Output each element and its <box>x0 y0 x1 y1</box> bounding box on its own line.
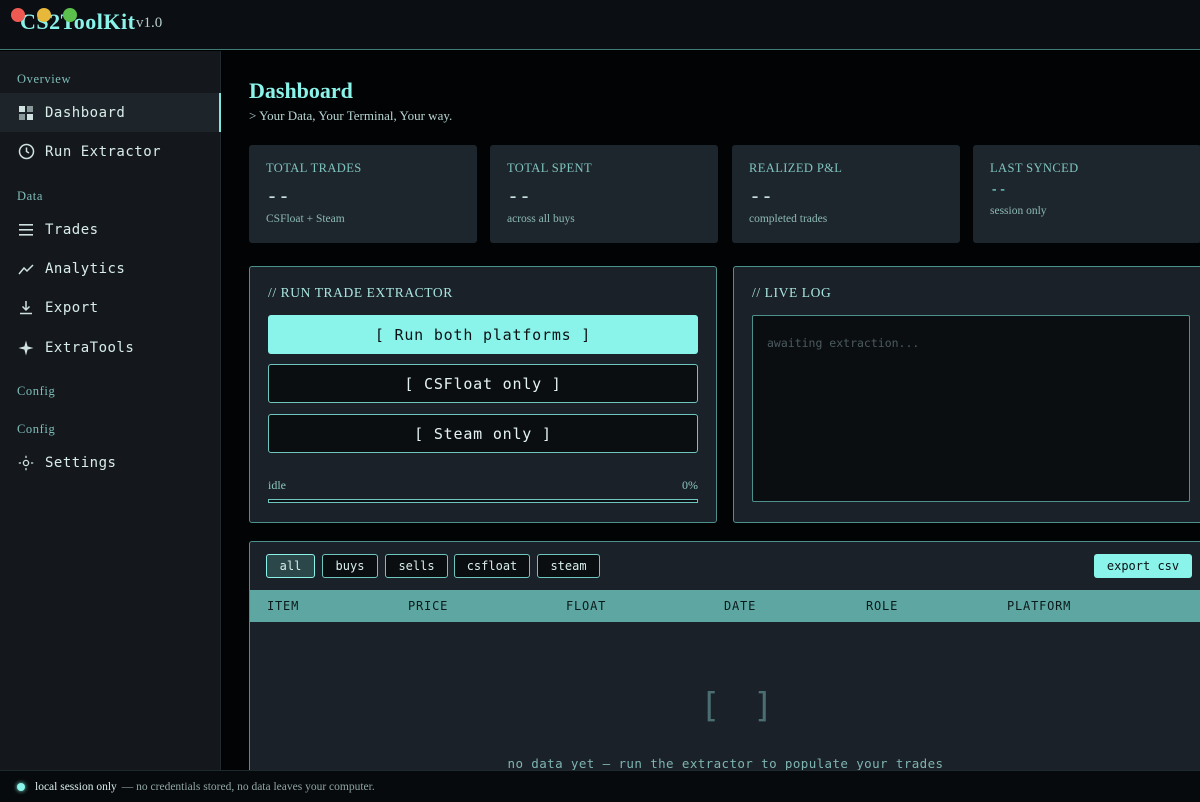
progress-percent: 0% <box>682 478 698 492</box>
stat-value: -- <box>990 182 1007 198</box>
filter-buys[interactable]: buys <box>322 554 378 578</box>
sidebar-item-dashboard[interactable]: Dashboard <box>0 93 221 132</box>
progress-bar <box>268 499 698 503</box>
download-icon <box>17 299 35 317</box>
filter-csfloat[interactable]: csfloat <box>454 554 530 578</box>
sidebar-section-config: Config <box>17 384 56 398</box>
empty-state-mark: [ ] <box>700 686 780 726</box>
sidebar-item-label: Trades <box>45 221 99 238</box>
sidebar-item-analytics[interactable]: Analytics <box>0 249 221 288</box>
grid-icon <box>17 104 35 122</box>
sidebar-item-extratools[interactable]: ExtraTools <box>0 328 221 367</box>
extractor-panel: // RUN TRADE EXTRACTOR [ Run both platfo… <box>249 266 717 523</box>
export-csv-button[interactable]: export csv <box>1094 554 1192 578</box>
stat-card-total-spent: TOTAL SPENT -- across all buys <box>490 145 718 243</box>
stat-value: -- <box>266 184 291 208</box>
title-bar: CS2ToolKit v1.0 <box>0 0 1200 50</box>
footer-session-label: local session only <box>35 780 117 793</box>
stat-card-last-synced: LAST SYNCED -- session only <box>973 145 1200 243</box>
sidebar-item-label: Settings <box>45 454 117 471</box>
list-icon <box>17 221 35 239</box>
column-header-role[interactable]: ROLE <box>866 599 898 613</box>
sidebar-section-overview: Overview <box>17 72 72 86</box>
sidebar-item-label: Dashboard <box>45 104 126 121</box>
page-subtitle: > Your Data, Your Terminal, Your way. <box>249 108 453 123</box>
clock-icon <box>17 143 35 161</box>
app-version: v1.0 <box>136 15 163 31</box>
column-header-platform[interactable]: PLATFORM <box>1007 599 1071 613</box>
column-header-price[interactable]: PRICE <box>408 599 448 613</box>
trend-icon <box>17 260 35 278</box>
stat-card-realized-pnl: REALIZED P&L -- completed trades <box>732 145 960 243</box>
window-close-button[interactable] <box>11 8 25 22</box>
live-log-panel: // LIVE LOG awaiting extraction... <box>733 266 1200 523</box>
filter-all[interactable]: all <box>266 554 315 578</box>
sidebar-item-label: ExtraTools <box>45 339 135 356</box>
log-output[interactable]: awaiting extraction... <box>752 315 1190 502</box>
live-log-title: // LIVE LOG <box>752 285 832 300</box>
table-header: ITEM PRICE FLOAT DATE ROLE PLATFORM <box>250 590 1200 622</box>
sidebar-item-settings[interactable]: Settings <box>0 443 221 482</box>
stat-label: TOTAL SPENT <box>507 161 592 175</box>
status-dot-icon <box>17 782 25 791</box>
log-placeholder: awaiting extraction... <box>767 336 920 350</box>
steam-only-button[interactable]: [ Steam only ] <box>268 414 698 453</box>
stat-sub: completed trades <box>749 213 828 225</box>
stat-sub: session only <box>990 205 1047 217</box>
page-title: Dashboard <box>249 78 353 103</box>
sidebar-item-label: Export <box>45 299 99 316</box>
sparkle-icon <box>17 339 35 357</box>
window-zoom-button[interactable] <box>63 8 77 22</box>
empty-state-text: no data yet — run the extractor to popul… <box>507 756 944 771</box>
stat-label: TOTAL TRADES <box>266 161 362 175</box>
stat-sub: CSFloat + Steam <box>266 213 345 225</box>
sidebar-section-config-2: Config <box>17 422 56 436</box>
column-header-float[interactable]: FLOAT <box>566 599 606 613</box>
footer-privacy-note: — no credentials stored, no data leaves … <box>121 780 375 793</box>
stat-value: -- <box>507 184 532 208</box>
progress-status: idle <box>268 478 286 492</box>
trades-panel: all buys sells csfloat steam export csv … <box>249 541 1200 781</box>
csfloat-only-button[interactable]: [ CSFloat only ] <box>268 364 698 403</box>
extractor-panel-title: // RUN TRADE EXTRACTOR <box>268 285 453 300</box>
window-minimize-button[interactable] <box>37 8 51 22</box>
status-footer: local session only — no credentials stor… <box>0 770 1200 802</box>
sidebar: Overview Dashboard Run Extractor Data Tr… <box>0 51 221 770</box>
stat-sub: across all buys <box>507 213 575 225</box>
sun-gear-icon <box>17 454 35 472</box>
sidebar-item-export[interactable]: Export <box>0 288 221 327</box>
column-header-item[interactable]: ITEM <box>267 599 299 613</box>
stat-label: REALIZED P&L <box>749 161 843 175</box>
column-header-date[interactable]: DATE <box>724 599 756 613</box>
sidebar-item-label: Analytics <box>45 260 126 277</box>
stat-value: -- <box>749 184 774 208</box>
stat-label: LAST SYNCED <box>990 161 1079 175</box>
sidebar-section-data: Data <box>17 189 43 203</box>
sidebar-item-trades[interactable]: Trades <box>0 210 221 249</box>
main-content: Dashboard > Your Data, Your Terminal, Yo… <box>222 51 1200 781</box>
sidebar-item-label: Run Extractor <box>45 143 162 160</box>
stat-card-total-trades: TOTAL TRADES -- CSFloat + Steam <box>249 145 477 243</box>
filter-sells[interactable]: sells <box>385 554 448 578</box>
run-both-button[interactable]: [ Run both platforms ] <box>268 315 698 354</box>
filter-steam[interactable]: steam <box>537 554 600 578</box>
sidebar-item-run-extractor[interactable]: Run Extractor <box>0 132 221 171</box>
